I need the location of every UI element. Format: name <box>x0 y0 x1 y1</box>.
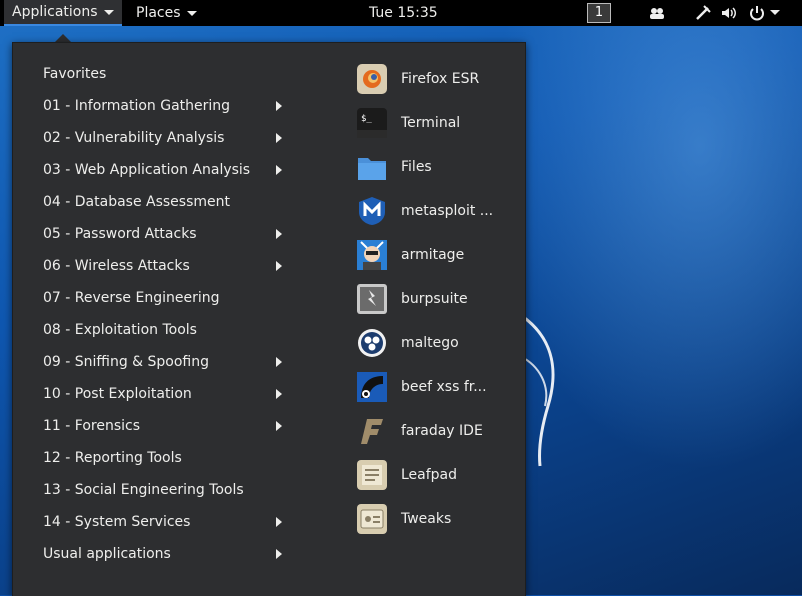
app-faraday-ide[interactable]: faraday IDE <box>357 409 517 453</box>
category-favorites[interactable]: Favorites <box>13 58 313 90</box>
category-label: 12 - Reporting Tools <box>43 450 182 466</box>
app-tweaks[interactable]: Tweaks <box>357 497 517 541</box>
kali-dragon-logo <box>520 314 555 467</box>
app-terminal[interactable]: $_ Terminal <box>357 101 517 145</box>
category-database-assessment[interactable]: 04 - Database Assessment <box>13 186 313 218</box>
power-icon[interactable] <box>748 4 766 22</box>
app-label: Leafpad <box>401 467 458 483</box>
category-sniffing-spoofing[interactable]: 09 - Sniffing & Spoofing <box>13 346 313 378</box>
chevron-right-icon <box>276 389 282 399</box>
applications-label: Applications <box>12 4 98 20</box>
category-password-attacks[interactable]: 05 - Password Attacks <box>13 218 313 250</box>
category-label: 13 - Social Engineering Tools <box>43 482 244 498</box>
armitage-icon <box>357 240 387 270</box>
category-label: 05 - Password Attacks <box>43 226 197 242</box>
app-label: Tweaks <box>401 511 452 527</box>
app-label: maltego <box>401 335 459 351</box>
people-icon[interactable] <box>648 4 666 22</box>
files-icon <box>357 152 387 182</box>
category-label: 06 - Wireless Attacks <box>43 258 190 274</box>
tweaks-icon <box>357 504 387 534</box>
terminal-icon: $_ <box>357 108 387 138</box>
category-label: 01 - Information Gathering <box>43 98 231 114</box>
applications-menu-button[interactable]: Applications <box>4 0 122 26</box>
category-reverse-engineering[interactable]: 07 - Reverse Engineering <box>13 282 313 314</box>
app-label: metasploit ... <box>401 203 494 219</box>
burpsuite-icon <box>357 284 387 314</box>
category-post-exploitation[interactable]: 10 - Post Exploitation <box>13 378 313 410</box>
category-label: 09 - Sniffing & Spoofing <box>43 354 210 370</box>
favorites-app-list: Firefox ESR $_ Terminal Files metasploit… <box>357 57 517 541</box>
places-menu-button[interactable]: Places <box>136 0 197 26</box>
category-vulnerability-analysis[interactable]: 02 - Vulnerability Analysis <box>13 122 313 154</box>
category-label: 03 - Web Application Analysis <box>43 162 251 178</box>
chevron-right-icon <box>276 421 282 431</box>
app-label: beef xss fr... <box>401 379 487 395</box>
chevron-down-icon <box>103 9 114 15</box>
faraday-icon <box>357 416 387 446</box>
category-web-application-analysis[interactable]: 03 - Web Application Analysis <box>13 154 313 186</box>
chevron-right-icon <box>276 101 282 111</box>
category-label: 02 - Vulnerability Analysis <box>43 130 225 146</box>
app-leafpad[interactable]: Leafpad <box>357 453 517 497</box>
svg-text:$_: $_ <box>361 114 372 124</box>
app-label: faraday IDE <box>401 423 483 439</box>
category-social-engineering-tools[interactable]: 13 - Social Engineering Tools <box>13 474 313 506</box>
metasploit-icon <box>357 196 387 226</box>
app-label: Terminal <box>401 115 461 131</box>
leafpad-icon <box>357 460 387 490</box>
network-icon[interactable] <box>694 4 712 22</box>
category-label: 08 - Exploitation Tools <box>43 322 197 338</box>
app-beef-xss[interactable]: beef xss fr... <box>357 365 517 409</box>
app-metasploit[interactable]: metasploit ... <box>357 189 517 233</box>
app-armitage[interactable]: armitage <box>357 233 517 277</box>
app-label: Firefox ESR <box>401 71 480 87</box>
category-list: Favorites 01 - Information Gathering 02 … <box>13 58 313 570</box>
category-label: 10 - Post Exploitation <box>43 386 192 402</box>
app-files[interactable]: Files <box>357 145 517 189</box>
category-label: 04 - Database Assessment <box>43 194 230 210</box>
chevron-right-icon <box>276 133 282 143</box>
category-system-services[interactable]: 14 - System Services <box>13 506 313 538</box>
firefox-icon <box>357 64 387 94</box>
app-maltego[interactable]: maltego <box>357 321 517 365</box>
applications-menu: Favorites 01 - Information Gathering 02 … <box>12 42 526 596</box>
category-wireless-attacks[interactable]: 06 - Wireless Attacks <box>13 250 313 282</box>
chevron-right-icon <box>276 229 282 239</box>
app-firefox-esr[interactable]: Firefox ESR <box>357 57 517 101</box>
places-label: Places <box>136 5 181 21</box>
chevron-right-icon <box>276 261 282 271</box>
app-label: armitage <box>401 247 465 263</box>
beef-icon <box>357 372 387 402</box>
chevron-down-icon <box>186 10 197 16</box>
category-label: Usual applications <box>43 546 171 562</box>
chevron-right-icon <box>276 357 282 367</box>
category-usual-applications[interactable]: Usual applications <box>13 538 313 570</box>
top-bar: Applications Places Tue 15:35 1 <box>0 0 802 26</box>
app-label: Files <box>401 159 432 175</box>
chevron-right-icon <box>276 165 282 175</box>
category-forensics[interactable]: 11 - Forensics <box>13 410 313 442</box>
chevron-right-icon <box>276 517 282 527</box>
app-burpsuite[interactable]: burpsuite <box>357 277 517 321</box>
category-label: 11 - Forensics <box>43 418 140 434</box>
category-label: 07 - Reverse Engineering <box>43 290 220 306</box>
category-label: Favorites <box>43 66 107 82</box>
app-label: burpsuite <box>401 291 468 307</box>
clock[interactable]: Tue 15:35 <box>369 0 438 26</box>
volume-icon[interactable] <box>720 4 738 22</box>
workspace-indicator[interactable]: 1 <box>587 3 611 23</box>
chevron-down-icon[interactable] <box>770 10 780 15</box>
category-label: 14 - System Services <box>43 514 191 530</box>
chevron-right-icon <box>276 549 282 559</box>
maltego-icon <box>357 328 387 358</box>
category-reporting-tools[interactable]: 12 - Reporting Tools <box>13 442 313 474</box>
category-information-gathering[interactable]: 01 - Information Gathering <box>13 90 313 122</box>
category-exploitation-tools[interactable]: 08 - Exploitation Tools <box>13 314 313 346</box>
